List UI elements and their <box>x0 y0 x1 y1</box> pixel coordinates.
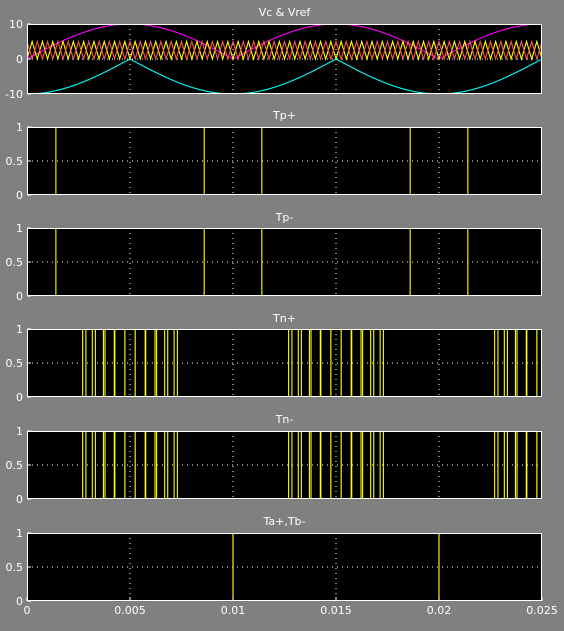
panel-title: Ta+,Tb- <box>262 515 305 528</box>
y-tick-label: 1 <box>16 222 23 235</box>
panel-2: Tp+ 0 0.5 1 <box>6 109 542 202</box>
y-tick-label: 0 <box>16 391 23 404</box>
panel-1: Vc & Vref -10 0 10 <box>5 6 542 101</box>
panel-title: Tn+ <box>272 312 296 325</box>
y-tick-label: 0 <box>16 493 23 506</box>
y-tick-label: 0 <box>16 53 23 66</box>
y-tick-label: 0.5 <box>6 561 24 574</box>
y-tick-label: 0 <box>16 189 23 202</box>
y-tick-label: 0 <box>16 595 23 608</box>
plot-area <box>27 127 542 195</box>
x-tick-label: 0.015 <box>320 604 352 617</box>
y-tick-label: 10 <box>9 18 23 31</box>
scope-figure: Vc & Vref-10010Tp+00.51Tp-00.51Tn+00.51T… <box>5 6 558 617</box>
y-tick-label: 0.5 <box>6 155 24 168</box>
y-tick-label: 0 <box>16 290 23 303</box>
panel-title: Tp+ <box>272 109 296 122</box>
y-tick-label: 1 <box>16 323 23 336</box>
y-tick-label: -10 <box>5 88 23 101</box>
plot-area <box>27 228 542 296</box>
panel-6: Ta+,Tb- 0 0.5 1 0 0.005 0.01 0.015 0.02 0.025 <box>6 515 558 617</box>
y-tick-label: 1 <box>16 425 23 438</box>
panel-4: Tn+ 0 0.5 1 <box>6 312 542 404</box>
x-tick-label: 0.005 <box>114 604 146 617</box>
y-tick-label: 0.5 <box>6 459 24 472</box>
plot-area <box>27 533 542 601</box>
panel-3: Tp- 0 0.5 1 <box>6 211 542 303</box>
x-tick-label: 0 <box>24 604 31 617</box>
panel-title: Tp- <box>275 211 294 224</box>
plot-area <box>27 431 542 499</box>
plot-area <box>27 329 542 397</box>
x-tick-label: 0.02 <box>427 604 452 617</box>
x-tick-label: 0.01 <box>221 604 246 617</box>
y-tick-label: 1 <box>16 527 23 540</box>
panel-title: Tn- <box>275 413 294 426</box>
panel-5: Tn- 0 0.5 1 <box>6 413 542 506</box>
y-tick-label: 1 <box>16 121 23 134</box>
y-tick-label: 0.5 <box>6 357 24 370</box>
x-tick-label: 0.025 <box>526 604 558 617</box>
y-tick-label: 0.5 <box>6 256 24 269</box>
panel-title: Vc & Vref <box>259 6 312 19</box>
